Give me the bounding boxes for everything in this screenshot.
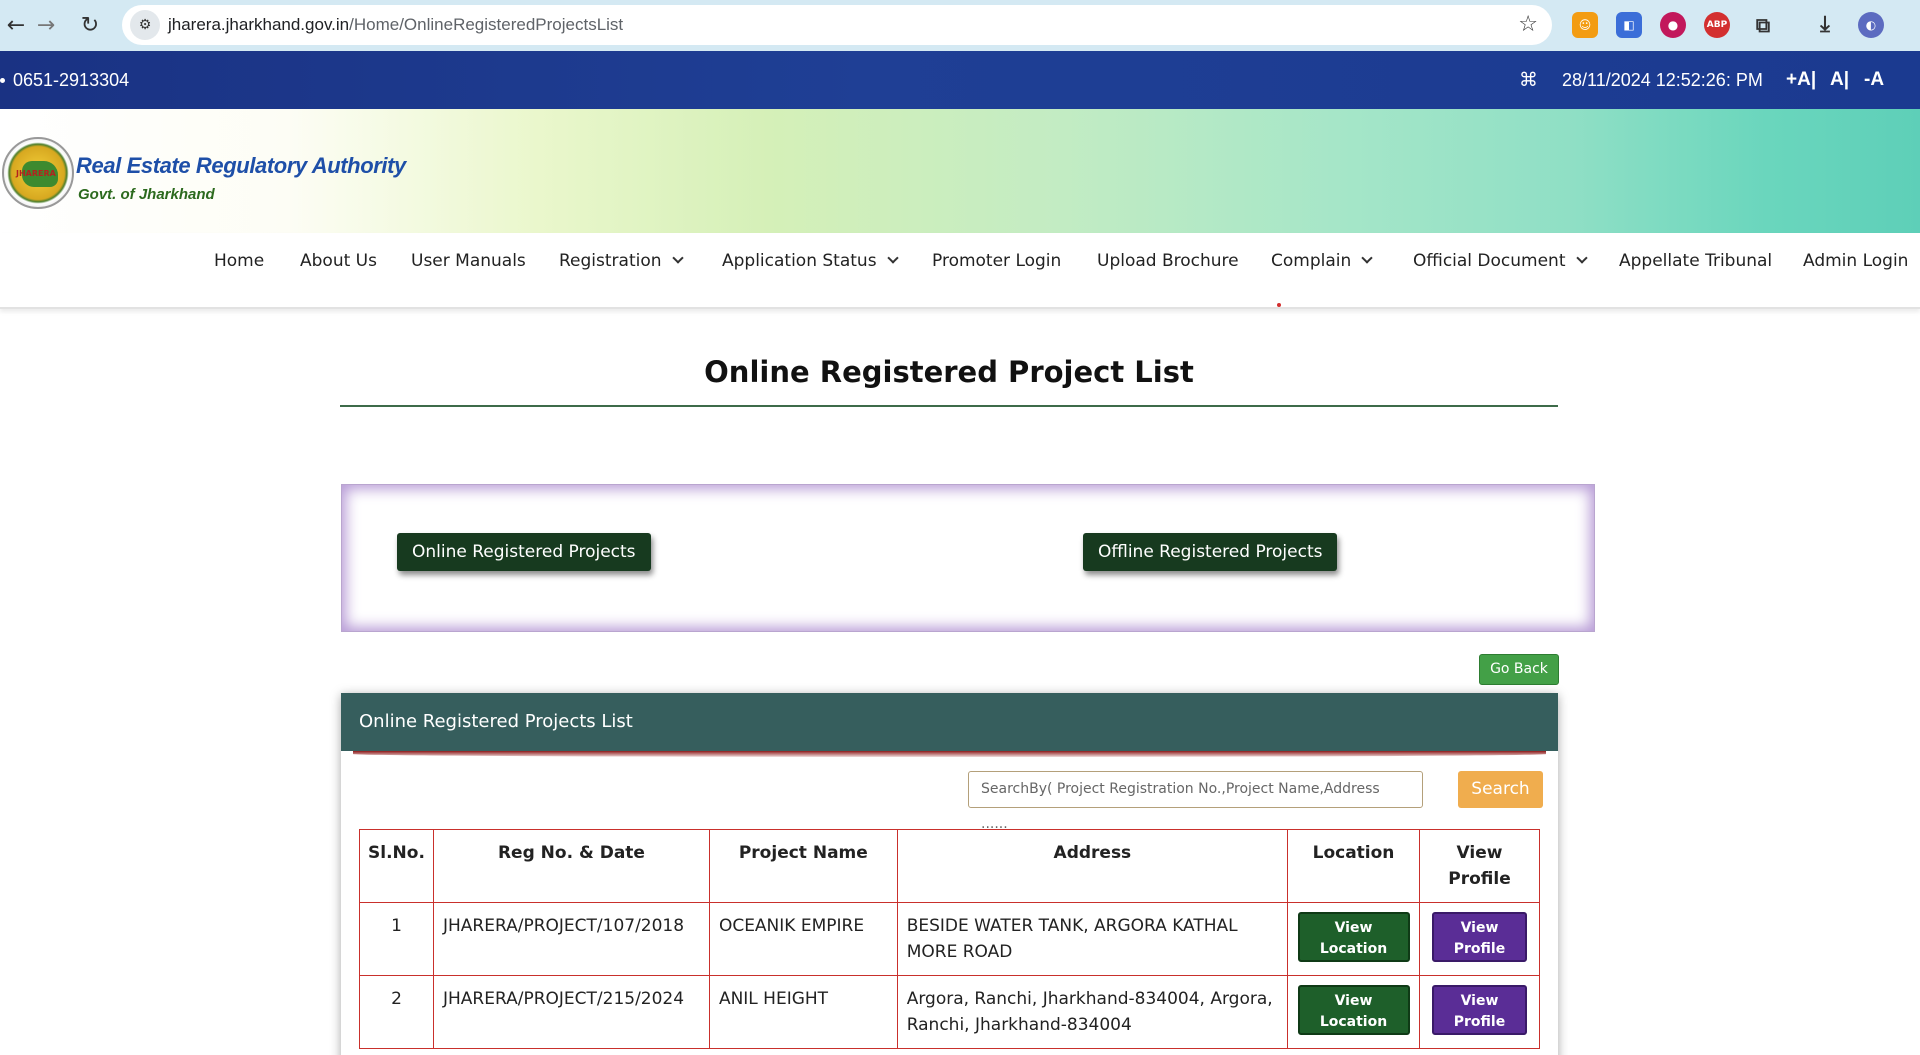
online-projects-button[interactable]: Online Registered Projects <box>397 533 651 571</box>
col-header-slno: Sl.No. <box>359 829 434 903</box>
header-banner: JHARERA Real Estate Regulatory Authority… <box>0 109 1920 233</box>
chevron-down-icon <box>1361 252 1373 264</box>
nav-active-indicator <box>1277 303 1281 307</box>
url-text[interactable]: jharera.jharkhand.gov.in/Home/OnlineRegi… <box>168 5 623 45</box>
projects-table: Sl.No. Reg No. & Date Project Name Addre… <box>359 829 1540 1049</box>
adblock-icon[interactable]: ABP <box>1704 12 1730 38</box>
nav-application-status[interactable]: Application Status <box>722 233 899 289</box>
seal-text: JHARERA <box>16 169 56 178</box>
bullet-icon <box>0 78 5 83</box>
nav-user-manuals[interactable]: User Manuals <box>411 233 526 289</box>
chevron-down-icon <box>886 252 899 264</box>
logo-seal[interactable]: JHARERA <box>2 137 74 209</box>
extension-icon[interactable]: ☺ <box>1572 12 1598 38</box>
nav-promoter-login[interactable]: Promoter Login <box>932 233 1061 289</box>
table-header-row: Sl.No. Reg No. & Date Project Name Addre… <box>359 829 1540 903</box>
chevron-down-icon <box>1575 252 1588 264</box>
top-info-bar: 0651-2913304 ⌘ 28/11/2024 12:52:26: PM +… <box>0 51 1920 109</box>
extension-icon[interactable]: ◧ <box>1616 12 1642 38</box>
table-row: 2 JHARERA/PROJECT/215/2024 ANIL HEIGHT A… <box>359 975 1540 1049</box>
cell-location: View Location <box>1287 975 1420 1049</box>
font-increase-button[interactable]: +A| <box>1786 51 1816 109</box>
profile-avatar-icon[interactable]: ◐ <box>1858 12 1884 38</box>
nav-admin-login[interactable]: Admin Login <box>1803 233 1908 289</box>
view-location-button[interactable]: View Location <box>1297 985 1410 1035</box>
cell-profile: View Profile <box>1419 902 1540 976</box>
project-type-selector: Online Registered Projects Offline Regis… <box>341 484 1595 632</box>
chevron-down-icon <box>671 252 684 264</box>
site-title: Real Estate Regulatory Authority <box>76 153 406 178</box>
page-title: Online Registered Project List <box>704 355 1194 389</box>
datetime: 28/11/2024 12:52:26: PM <box>1562 70 1763 90</box>
cell-address: BESIDE WATER TANK, ARGORA KATHAL MORE RO… <box>896 902 1289 976</box>
offline-projects-button[interactable]: Offline Registered Projects <box>1083 533 1338 571</box>
site-subtitle: Govt. of Jharkhand <box>78 186 215 203</box>
panel-header-accent <box>353 751 1546 757</box>
col-header-view-profile: View Profile <box>1419 829 1540 903</box>
puzzle-icon[interactable]: ⧉ <box>1750 12 1776 38</box>
title-divider <box>340 405 1558 407</box>
main-nav: Home About Us User Manuals Registration … <box>0 233 1920 309</box>
search-button[interactable]: Search <box>1458 771 1543 808</box>
cell-profile: View Profile <box>1419 975 1540 1049</box>
cell-address: Argora, Ranchi, Jharkhand-834004, Argora… <box>896 975 1289 1049</box>
forward-arrow-icon[interactable]: → <box>30 10 62 42</box>
search-input[interactable]: SearchBy( Project Registration No.,Proje… <box>968 771 1423 832</box>
nav-appellate-tribunal[interactable]: Appellate Tribunal <box>1619 233 1772 289</box>
cell-slno: 2 <box>359 975 434 1049</box>
site-info-icon[interactable]: ⚙ <box>130 10 160 40</box>
table-row: 1 JHARERA/PROJECT/107/2018 OCEANIK EMPIR… <box>359 902 1540 976</box>
col-header-reg: Reg No. & Date <box>432 829 710 903</box>
back-arrow-icon[interactable]: ← <box>0 10 32 42</box>
col-header-address: Address <box>896 829 1289 903</box>
sitemap-icon[interactable]: ⌘ <box>1519 51 1538 109</box>
projects-panel: Online Registered Projects List SearchBy… <box>341 693 1558 1055</box>
font-normal-button[interactable]: A| <box>1830 51 1849 109</box>
view-profile-button[interactable]: View Profile <box>1432 985 1527 1035</box>
nav-home[interactable]: Home <box>214 233 264 289</box>
cell-project-name: ANIL HEIGHT <box>708 975 898 1049</box>
nav-about-us[interactable]: About Us <box>300 233 377 289</box>
cell-slno: 1 <box>359 902 434 976</box>
download-icon[interactable]: ⤓ <box>1812 12 1838 38</box>
phone-number: 0651-2913304 <box>0 51 129 109</box>
view-profile-button[interactable]: View Profile <box>1432 912 1527 962</box>
extension-icon[interactable]: ● <box>1660 12 1686 38</box>
nav-official-document[interactable]: Official Document <box>1413 233 1588 289</box>
go-back-button[interactable]: Go Back <box>1479 654 1559 685</box>
panel-header: Online Registered Projects List <box>341 693 1558 751</box>
cell-location: View Location <box>1287 902 1420 976</box>
browser-toolbar: ← → ↻ ⚙ jharera.jharkhand.gov.in/Home/On… <box>0 0 1920 51</box>
star-icon[interactable]: ☆ <box>1518 5 1538 45</box>
font-decrease-button[interactable]: -A <box>1864 51 1884 109</box>
cell-reg: JHARERA/PROJECT/107/2018 <box>432 902 710 976</box>
cell-reg: JHARERA/PROJECT/215/2024 <box>432 975 710 1049</box>
reload-icon[interactable]: ↻ <box>74 10 106 42</box>
cell-project-name: OCEANIK EMPIRE <box>708 902 898 976</box>
col-header-project-name: Project Name <box>708 829 898 903</box>
col-header-location: Location <box>1287 829 1420 903</box>
address-bar[interactable]: ⚙ jharera.jharkhand.gov.in/Home/OnlineRe… <box>122 5 1552 45</box>
view-location-button[interactable]: View Location <box>1297 912 1410 962</box>
nav-upload-brochure[interactable]: Upload Brochure <box>1097 233 1239 289</box>
nav-complain[interactable]: Complain <box>1271 233 1373 289</box>
nav-registration[interactable]: Registration <box>559 233 684 289</box>
